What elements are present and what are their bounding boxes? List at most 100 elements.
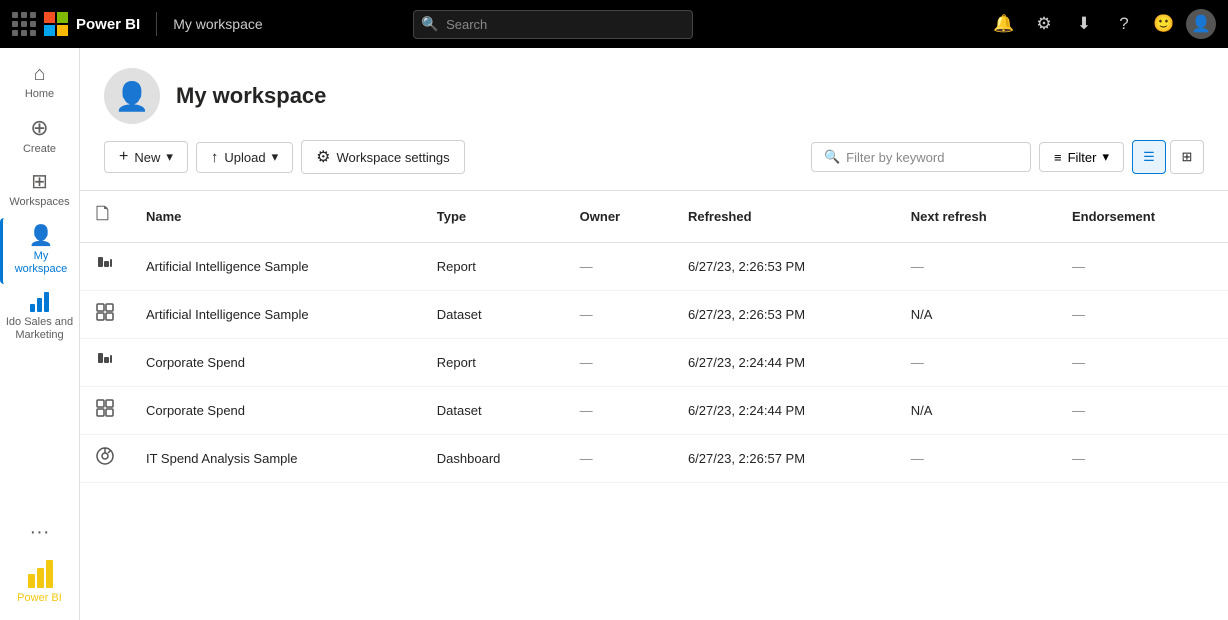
row-endorsement-4: — <box>1056 435 1228 483</box>
filter-keyword-input[interactable] <box>846 150 996 165</box>
col-next-refresh: Next refresh <box>895 191 1056 243</box>
sidebar-label-create: Create <box>23 143 56 156</box>
avatar[interactable]: 👤 <box>1186 9 1216 39</box>
row-endorsement-0: — <box>1056 243 1228 291</box>
row-name-0: Artificial Intelligence Sample <box>130 243 421 291</box>
workspace-settings-button[interactable]: ⚙ Workspace settings <box>301 140 465 174</box>
row-owner-4: — <box>564 435 672 483</box>
list-view-button[interactable]: ☰ <box>1132 140 1166 174</box>
powerbi-label: Power BI <box>17 592 62 604</box>
items-table: 🗋 Name Type Owner Refreshed Next refresh… <box>80 191 1228 483</box>
create-icon: ⊕ <box>30 117 48 139</box>
row-type-0: Report <box>421 243 564 291</box>
row-endorsement-3: — <box>1056 387 1228 435</box>
sidebar-item-create[interactable]: ⊕ Create <box>0 109 79 164</box>
app-launcher[interactable] <box>12 12 36 36</box>
chevron-down-icon: ▾ <box>166 149 173 165</box>
content-area: 👤 My workspace + New ▾ ↑ Upload ▾ ⚙ Work… <box>80 48 1228 620</box>
row-refreshed-2: 6/27/23, 2:24:44 PM <box>672 339 895 387</box>
col-refreshed: Refreshed <box>672 191 895 243</box>
row-endorsement-1: — <box>1056 291 1228 339</box>
row-name-2: Corporate Spend <box>130 339 421 387</box>
filter-chevron-icon: ▾ <box>1102 149 1109 165</box>
workspace-name: My workspace <box>176 83 326 109</box>
table-row[interactable]: Artificial Intelligence Sample Dataset —… <box>80 291 1228 339</box>
table-row[interactable]: Corporate Spend Report — 6/27/23, 2:24:4… <box>80 339 1228 387</box>
row-owner-1: — <box>564 291 672 339</box>
row-refreshed-4: 6/27/23, 2:26:57 PM <box>672 435 895 483</box>
powerbi-logo <box>28 560 52 588</box>
table-row[interactable]: Corporate Spend Dataset — 6/27/23, 2:24:… <box>80 387 1228 435</box>
sales-bars-icon <box>30 292 49 312</box>
row-name-3: Corporate Spend <box>130 387 421 435</box>
home-icon: ⌂ <box>33 64 45 84</box>
workspace-settings-icon: ⚙ <box>316 147 330 167</box>
help-icon[interactable]: ? <box>1106 6 1142 42</box>
row-refreshed-0: 6/27/23, 2:26:53 PM <box>672 243 895 291</box>
row-next-refresh-1: N/A <box>895 291 1056 339</box>
file-icon-header: 🗋 <box>96 206 109 223</box>
row-type-2: Report <box>421 339 564 387</box>
settings-icon[interactable]: ⚙ <box>1026 6 1062 42</box>
col-owner: Owner <box>564 191 672 243</box>
row-owner-2: — <box>564 339 672 387</box>
search-bar: 🔍 <box>413 10 693 39</box>
notifications-icon[interactable]: 🔔 <box>986 6 1022 42</box>
filter-search-icon: 🔍 <box>824 149 840 165</box>
col-endorsement: Endorsement <box>1056 191 1228 243</box>
search-icon: 🔍 <box>421 16 438 33</box>
sidebar-label-my-workspace: Myworkspace <box>15 250 68 276</box>
row-owner-3: — <box>564 387 672 435</box>
workspace-avatar: 👤 <box>104 68 160 124</box>
my-workspace-icon: 👤 <box>29 226 54 246</box>
items-table-container: 🗋 Name Type Owner Refreshed Next refresh… <box>80 191 1228 620</box>
table-row[interactable]: Artificial Intelligence Sample Report — … <box>80 243 1228 291</box>
topnav-workspace-label: My workspace <box>173 16 262 32</box>
feedback-icon[interactable]: 🙂 <box>1146 6 1182 42</box>
row-next-refresh-0: — <box>895 243 1056 291</box>
row-name-1: Artificial Intelligence Sample <box>130 291 421 339</box>
new-button[interactable]: + New ▾ <box>104 141 188 173</box>
row-icon-4 <box>80 435 130 483</box>
sidebar-powerbi: Power BI <box>0 552 79 612</box>
sidebar-item-my-workspace[interactable]: 👤 Myworkspace <box>0 218 79 284</box>
sidebar-item-workspaces[interactable]: ⊞ Workspaces <box>0 164 79 217</box>
download-icon[interactable]: ⬇ <box>1066 6 1102 42</box>
row-refreshed-3: 6/27/23, 2:24:44 PM <box>672 387 895 435</box>
brand: Power BI <box>44 12 157 36</box>
sidebar-label-sales: Ido Sales and Marketing <box>4 316 75 342</box>
sidebar-item-sales-marketing[interactable]: Ido Sales and Marketing <box>0 284 79 350</box>
search-input[interactable] <box>413 10 693 39</box>
row-type-4: Dashboard <box>421 435 564 483</box>
row-endorsement-2: — <box>1056 339 1228 387</box>
microsoft-logo <box>44 12 68 36</box>
col-type: Type <box>421 191 564 243</box>
table-row[interactable]: IT Spend Analysis Sample Dashboard — 6/2… <box>80 435 1228 483</box>
toolbar: + New ▾ ↑ Upload ▾ ⚙ Workspace settings … <box>104 140 1204 174</box>
sidebar-label-workspaces: Workspaces <box>9 196 69 209</box>
row-icon-0 <box>80 243 130 291</box>
upload-chevron-icon: ▾ <box>272 149 279 165</box>
workspaces-icon: ⊞ <box>31 172 48 192</box>
plus-icon: + <box>119 148 128 166</box>
sidebar-more-icon[interactable]: ··· <box>22 513 58 552</box>
row-icon-1 <box>80 291 130 339</box>
main-layout: ⌂ Home ⊕ Create ⊞ Workspaces 👤 Myworkspa… <box>0 48 1228 620</box>
topnav: Power BI My workspace 🔍 🔔 ⚙ ⬇ ? 🙂 👤 <box>0 0 1228 48</box>
sidebar-item-home[interactable]: ⌂ Home <box>0 56 79 109</box>
upload-button[interactable]: ↑ Upload ▾ <box>196 142 293 173</box>
sidebar: ⌂ Home ⊕ Create ⊞ Workspaces 👤 Myworkspa… <box>0 48 80 620</box>
view-icons: ☰ ⊞ <box>1132 140 1204 174</box>
row-icon-3 <box>80 387 130 435</box>
grid-view-button[interactable]: ⊞ <box>1170 140 1204 174</box>
col-name: Name <box>130 191 421 243</box>
col-check: 🗋 <box>80 191 130 243</box>
row-next-refresh-3: N/A <box>895 387 1056 435</box>
row-next-refresh-2: — <box>895 339 1056 387</box>
row-type-3: Dataset <box>421 387 564 435</box>
row-refreshed-1: 6/27/23, 2:26:53 PM <box>672 291 895 339</box>
filter-dropdown[interactable]: ≡ Filter ▾ <box>1039 142 1124 172</box>
filter-lines-icon: ≡ <box>1054 150 1062 165</box>
row-type-1: Dataset <box>421 291 564 339</box>
sidebar-label-home: Home <box>25 88 54 101</box>
